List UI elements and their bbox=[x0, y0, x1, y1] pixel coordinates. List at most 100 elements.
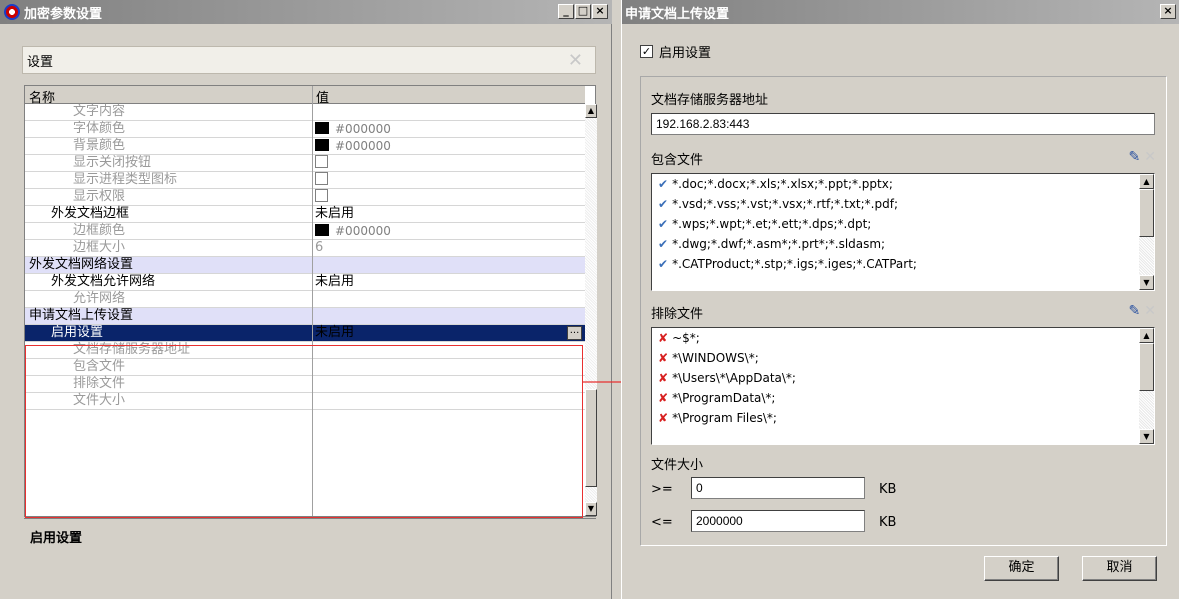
scroll-thumb[interactable] bbox=[585, 389, 597, 487]
property-checkbox[interactable] bbox=[315, 189, 328, 202]
server-address-input[interactable] bbox=[651, 113, 1155, 135]
exclude-scroll-thumb[interactable] bbox=[1139, 343, 1154, 391]
property-value[interactable]: 未启用 bbox=[315, 274, 354, 290]
property-value[interactable]: 6 bbox=[315, 240, 323, 256]
left-title-bar[interactable]: 加密参数设置 _ □ × bbox=[0, 0, 612, 24]
property-row[interactable]: 显示关闭按钮 bbox=[25, 155, 585, 172]
property-row[interactable]: 外发文档网络设置 bbox=[25, 257, 585, 274]
include-files-list[interactable]: ✔ *.doc;*.docx;*.xls;*.xlsx;*.ppt;*.pptx;… bbox=[651, 173, 1155, 291]
check-icon: ✔ bbox=[658, 237, 669, 251]
list-item[interactable]: ✘ ~$*; bbox=[652, 328, 1154, 348]
property-value[interactable] bbox=[315, 172, 328, 188]
settings-header-label: 设置 bbox=[27, 54, 54, 70]
cross-icon: ✘ bbox=[658, 351, 669, 365]
scroll-up-icon[interactable]: ▲ bbox=[585, 104, 597, 118]
property-row[interactable]: 外发文档边框 未启用 bbox=[25, 206, 585, 223]
exclude-edit-icon[interactable]: ✎ bbox=[1129, 303, 1141, 319]
property-row[interactable]: 字体颜色 #000000 bbox=[25, 121, 585, 138]
grid-scrollbar[interactable]: ▲ ▼ bbox=[585, 104, 597, 516]
exclude-scroll-down-icon[interactable]: ▼ bbox=[1139, 429, 1154, 444]
color-swatch bbox=[315, 139, 329, 151]
property-value[interactable] bbox=[315, 189, 328, 205]
cancel-button[interactable]: 取消 bbox=[1082, 556, 1157, 581]
list-item[interactable]: ✔ *.vsd;*.vss;*.vst;*.vsx;*.rtf;*.txt;*.p… bbox=[652, 194, 1154, 214]
property-value-text: 未启用 bbox=[315, 206, 355, 221]
include-scrollbar[interactable]: ▲ ▼ bbox=[1139, 174, 1154, 290]
list-item[interactable]: ✔ *.dwg;*.dwf;*.asm*;*.prt*;*.sldasm; bbox=[652, 234, 1154, 254]
property-value[interactable]: #000000 bbox=[315, 121, 391, 138]
include-scroll-down-icon[interactable]: ▼ bbox=[1139, 275, 1154, 290]
property-value[interactable]: #000000 bbox=[315, 223, 391, 240]
property-row[interactable]: 背景颜色 #000000 bbox=[25, 138, 585, 155]
list-item[interactable]: ✘ *\WINDOWS\*; bbox=[652, 348, 1154, 368]
property-row[interactable]: 文字内容 bbox=[25, 104, 585, 121]
property-row[interactable]: 边框颜色 #000000 bbox=[25, 223, 585, 240]
list-item[interactable]: ✘ *\ProgramData\*; bbox=[652, 388, 1154, 408]
property-name: 边框颜色 bbox=[73, 223, 126, 238]
dialog-close-button[interactable]: × bbox=[1160, 4, 1176, 19]
enable-setting-row[interactable]: ✓ 启用设置 bbox=[640, 42, 711, 61]
server-address-label: 文档存储服务器地址 bbox=[651, 93, 769, 108]
property-row[interactable]: 允许网络 bbox=[25, 291, 585, 308]
property-value[interactable]: #000000 bbox=[315, 138, 391, 155]
include-delete-icon[interactable]: ✕ bbox=[1144, 149, 1156, 165]
description-title: 启用设置 bbox=[30, 531, 83, 546]
list-item[interactable]: ✔ *.doc;*.docx;*.xls;*.xlsx;*.ppt;*.pptx; bbox=[652, 174, 1154, 194]
exclude-scroll-up-icon[interactable]: ▲ bbox=[1139, 328, 1154, 343]
list-item-text: *.dwg;*.dwf;*.asm*;*.prt*;*.sldasm; bbox=[672, 237, 886, 251]
include-scroll-thumb[interactable] bbox=[1139, 189, 1154, 237]
check-icon: ✔ bbox=[658, 177, 669, 191]
property-row[interactable]: 启用设置 未启用... bbox=[25, 325, 585, 342]
settings-close-icon[interactable]: ✕ bbox=[568, 50, 583, 71]
property-row[interactable]: 文档存储服务器地址 bbox=[25, 342, 585, 359]
property-row[interactable]: 文件大小 bbox=[25, 393, 585, 410]
property-value[interactable]: 未启用 bbox=[315, 206, 354, 222]
property-checkbox[interactable] bbox=[315, 172, 328, 185]
property-row[interactable]: 外发文档允许网络 未启用 bbox=[25, 274, 585, 291]
exclude-delete-icon[interactable]: ✕ bbox=[1144, 303, 1156, 319]
settings-group: 文档存储服务器地址 包含文件 ✎ ✕ ✔*.doc;*.docx;*.xls;*… bbox=[640, 76, 1167, 546]
property-row[interactable]: 包含文件 bbox=[25, 359, 585, 376]
exclude-scrollbar[interactable]: ▲ ▼ bbox=[1139, 328, 1154, 444]
min-size-input[interactable] bbox=[691, 477, 865, 499]
ok-button[interactable]: 确定 bbox=[984, 556, 1059, 581]
scroll-down-icon[interactable]: ▼ bbox=[585, 502, 597, 516]
ellipsis-button[interactable]: ... bbox=[567, 326, 582, 340]
property-name: 背景颜色 bbox=[73, 138, 126, 153]
property-row[interactable]: 排除文件 bbox=[25, 376, 585, 393]
maximize-button[interactable]: □ bbox=[575, 4, 591, 19]
property-name: 文档存储服务器地址 bbox=[73, 342, 191, 357]
list-item-text: *\ProgramData\*; bbox=[672, 391, 776, 405]
list-item[interactable]: ✔ *.CATProduct;*.stp;*.igs;*.iges;*.CATPa… bbox=[652, 254, 1154, 274]
include-items: ✔ *.doc;*.docx;*.xls;*.xlsx;*.ppt;*.pptx;… bbox=[652, 174, 1154, 274]
exclude-files-list[interactable]: ✘ ~$*; ✘ *\WINDOWS\*; ✘ *\Users\*\AppData\*; ✘… bbox=[651, 327, 1155, 445]
include-scroll-up-icon[interactable]: ▲ bbox=[1139, 174, 1154, 189]
max-size-input[interactable] bbox=[691, 510, 865, 532]
property-row[interactable]: 显示权限 bbox=[25, 189, 585, 206]
property-name: 包含文件 bbox=[73, 359, 126, 374]
enable-checkbox[interactable]: ✓ bbox=[640, 45, 653, 58]
right-title-bar[interactable]: 申请文档上传设置 × bbox=[622, 0, 1179, 24]
include-edit-icon[interactable]: ✎ bbox=[1129, 149, 1141, 165]
min-operator: >= bbox=[651, 482, 673, 497]
list-item-text: ~$*; bbox=[672, 331, 700, 345]
list-item[interactable]: ✘ *\Users\*\AppData\*; bbox=[652, 368, 1154, 388]
property-checkbox[interactable] bbox=[315, 155, 328, 168]
property-value-text: 未启用 bbox=[315, 274, 355, 289]
list-item[interactable]: ✔ *.wps;*.wpt;*.et;*.ett;*.dps;*.dpt; bbox=[652, 214, 1154, 234]
property-row[interactable]: 边框大小 6 bbox=[25, 240, 585, 257]
minimize-button[interactable]: _ bbox=[558, 4, 574, 19]
property-name: 外发文档允许网络 bbox=[51, 274, 156, 289]
property-row[interactable]: 显示进程类型图标 bbox=[25, 172, 585, 189]
list-item-text: *.CATProduct;*.stp;*.igs;*.iges;*.CATPar… bbox=[672, 257, 917, 271]
cross-icon: ✘ bbox=[658, 411, 669, 425]
property-name: 外发文档边框 bbox=[51, 206, 130, 221]
close-button[interactable]: × bbox=[592, 4, 608, 19]
property-value[interactable] bbox=[315, 155, 328, 171]
property-value[interactable]: 未启用 bbox=[315, 325, 354, 341]
list-item-text: *.vsd;*.vss;*.vst;*.vsx;*.rtf;*.txt;*.pd… bbox=[672, 197, 898, 211]
settings-header: 设置 ✕ bbox=[22, 46, 596, 74]
list-item[interactable]: ✘ *\Program Files\*; bbox=[652, 408, 1154, 428]
property-row[interactable]: 申请文档上传设置 bbox=[25, 308, 585, 325]
property-name: 边框大小 bbox=[73, 240, 126, 255]
